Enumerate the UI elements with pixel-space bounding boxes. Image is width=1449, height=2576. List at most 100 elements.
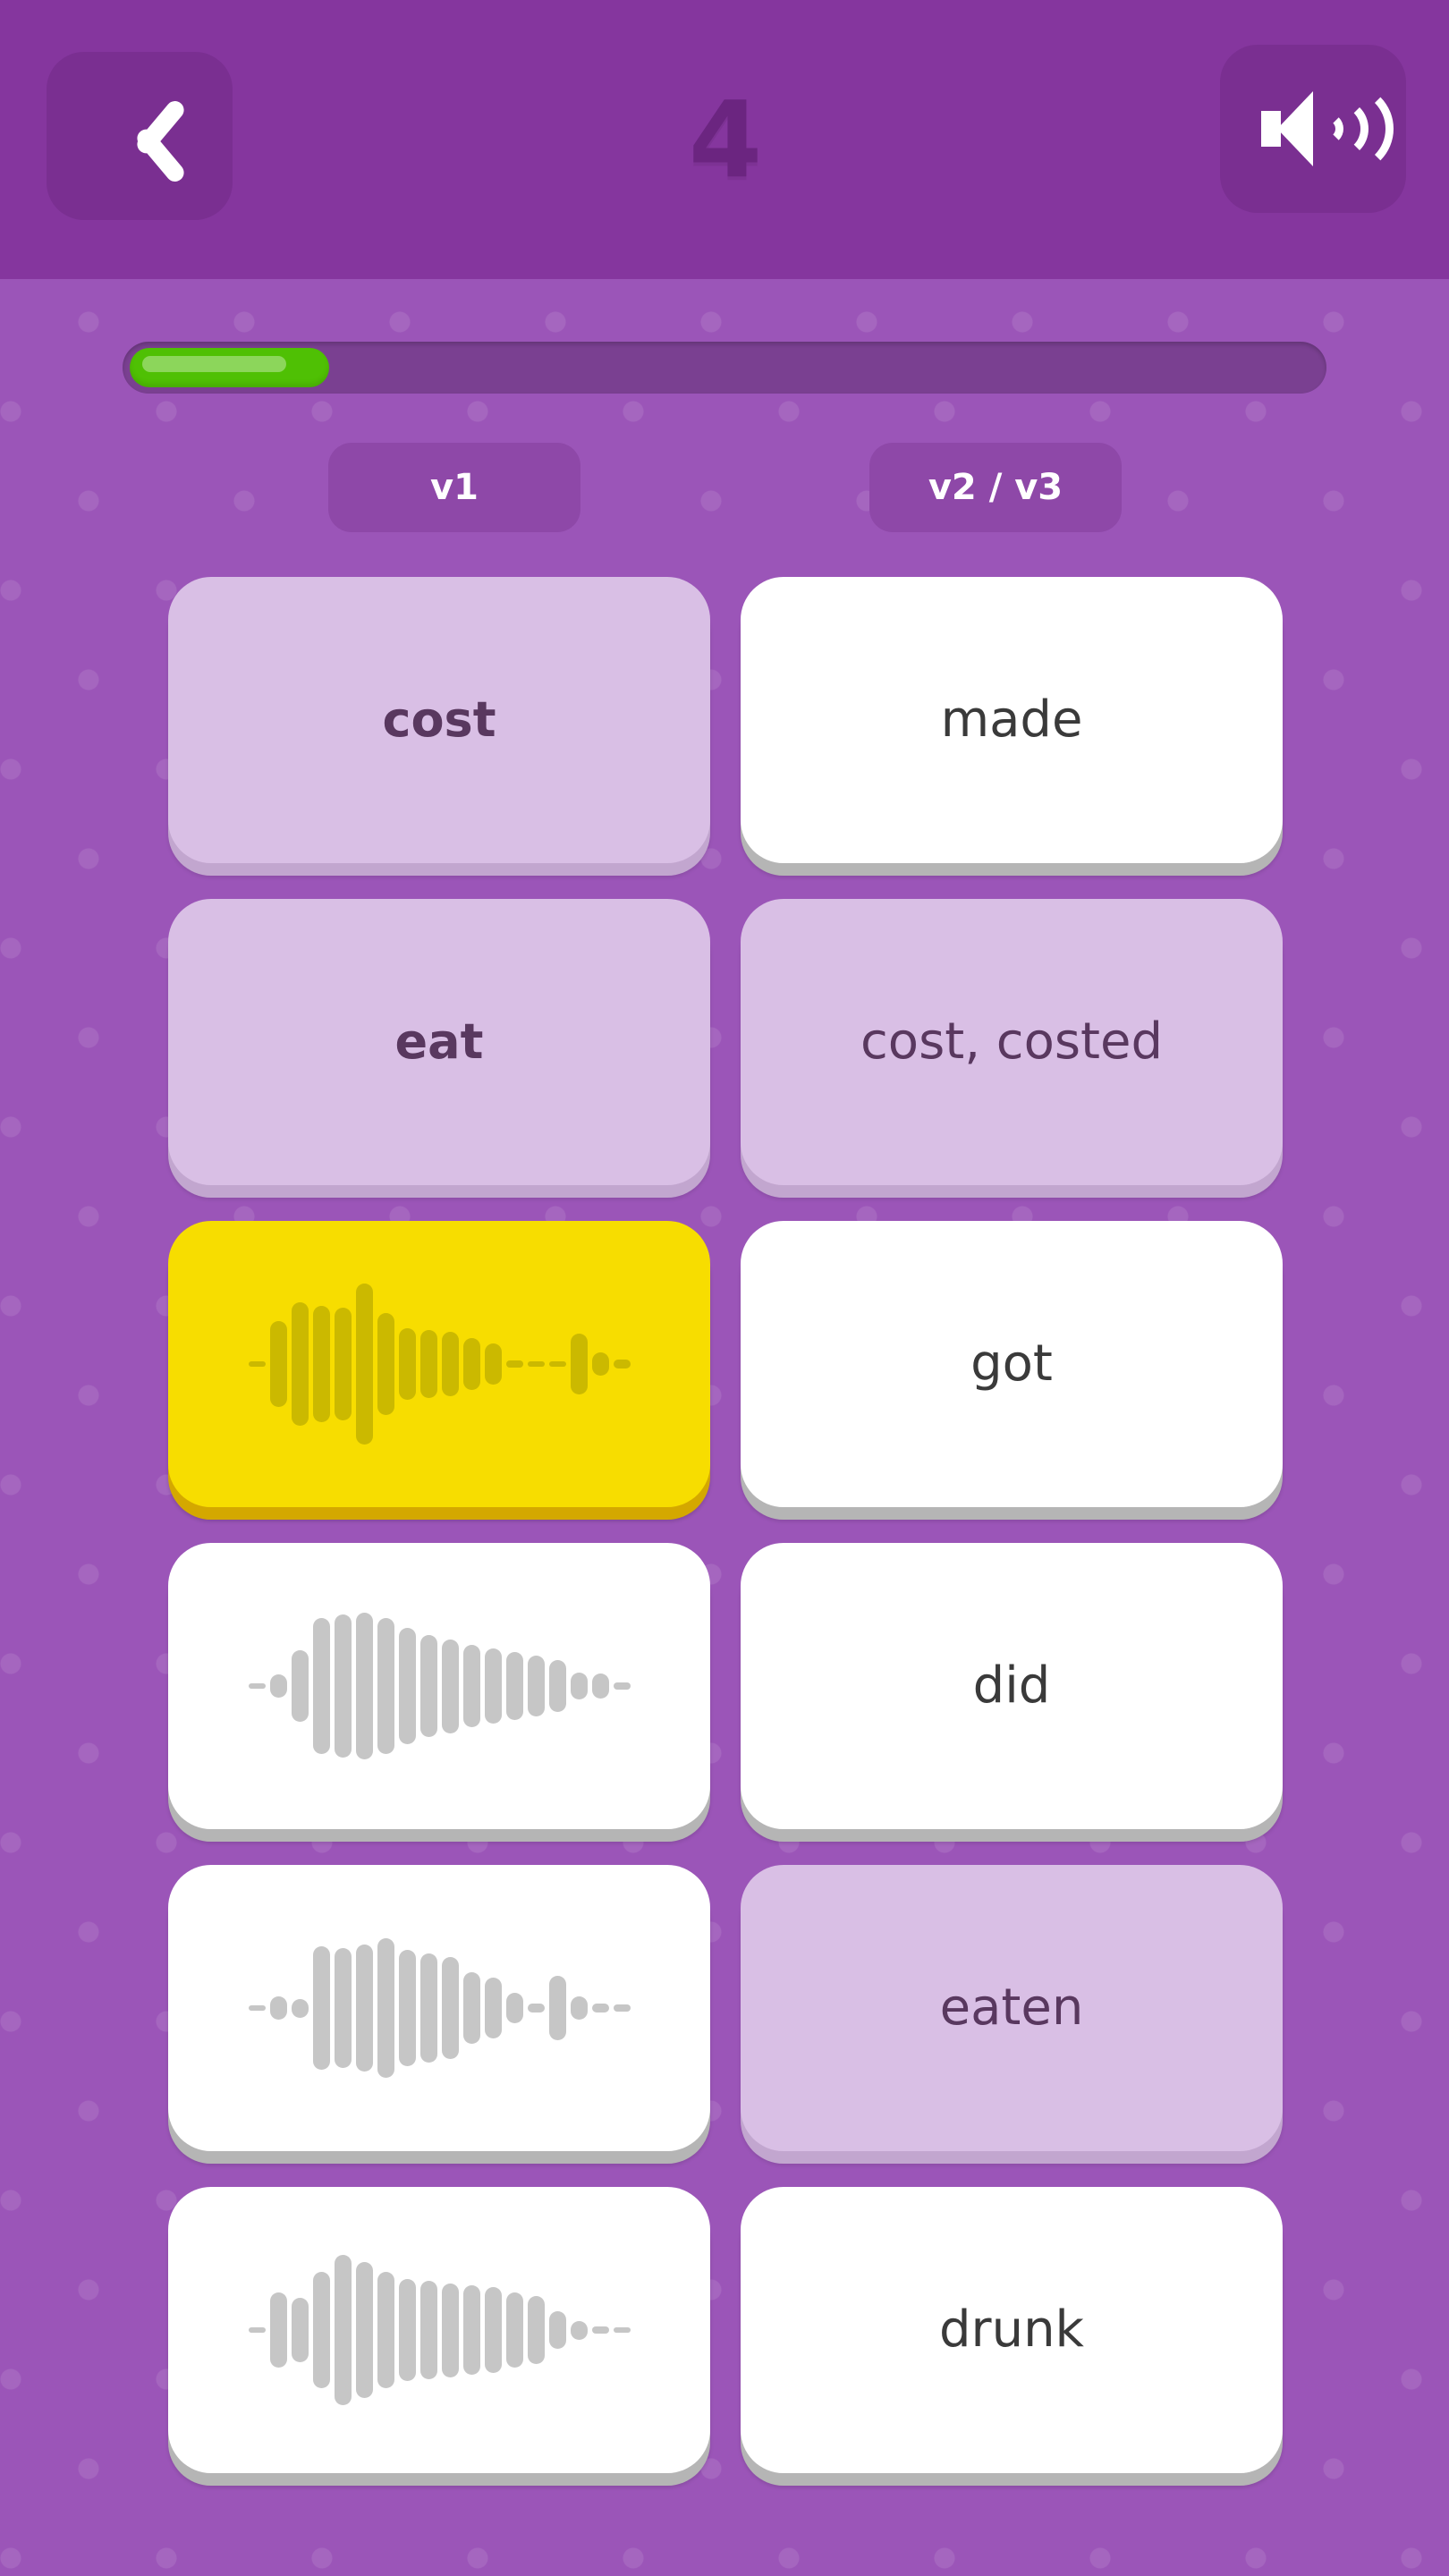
- waveform-bar: [570, 1334, 588, 1394]
- waveform-bar: [505, 2292, 523, 2368]
- waveform-bar: [591, 1352, 609, 1376]
- word-card-text[interactable]: did: [741, 1543, 1283, 1829]
- waveform-bar: [505, 1360, 523, 1368]
- word-card-text[interactable]: eaten: [741, 1865, 1283, 2151]
- app-header: 4: [0, 0, 1449, 279]
- waveform-bar: [312, 1305, 330, 1423]
- waveform-bar: [248, 1682, 266, 1690]
- waveform-bar: [613, 2326, 631, 2334]
- word-card-audio[interactable]: [168, 1543, 710, 1829]
- waveform-bar: [441, 1639, 459, 1733]
- waveform-bar: [248, 2326, 266, 2334]
- word-card-text[interactable]: got: [741, 1221, 1283, 1507]
- word-card-audio[interactable]: [168, 1221, 710, 1507]
- waveform-bar: [248, 1360, 266, 1368]
- waveform-bar: [548, 2311, 566, 2349]
- waveform-bar: [291, 1650, 309, 1722]
- waveform-bar: [484, 1343, 502, 1385]
- waveform-bar: [398, 2279, 416, 2381]
- waveform-bar: [377, 1313, 394, 1415]
- waveform-bar: [419, 1953, 437, 2063]
- progress-gloss: [142, 356, 286, 372]
- waveform-icon: [168, 1865, 710, 2151]
- waveform-bar: [269, 1674, 287, 1698]
- waveform-bar: [570, 2320, 588, 2340]
- card-label: drunk: [939, 2301, 1084, 2359]
- word-card-text[interactable]: cost: [168, 577, 710, 863]
- card-row: drunk: [0, 2187, 1449, 2509]
- card-row: cost made: [0, 577, 1449, 899]
- card-label: made: [940, 691, 1083, 749]
- waveform-bar: [291, 1998, 309, 2018]
- card-row: eaten: [0, 1865, 1449, 2187]
- sound-toggle-button[interactable]: [1220, 45, 1406, 213]
- waveform-bar: [548, 1659, 566, 1713]
- speaker-icon: [1261, 82, 1394, 175]
- card-label: cost: [382, 691, 496, 748]
- word-card-audio[interactable]: [168, 2187, 710, 2473]
- card-label: eaten: [939, 1979, 1084, 2037]
- waveform-bar: [312, 1945, 330, 2071]
- waveform-bar: [419, 2281, 437, 2379]
- waveform-bar: [334, 2255, 352, 2405]
- waveform-bar: [291, 2298, 309, 2362]
- card-label: got: [970, 1335, 1053, 1393]
- column-header-v1-label: v1: [430, 467, 479, 508]
- column-header-v1: v1: [328, 443, 580, 532]
- waveform-bar: [248, 2004, 266, 2012]
- card-row: got: [0, 1221, 1449, 1543]
- card-label: cost, costed: [860, 1013, 1163, 1071]
- waveform-bar: [334, 1947, 352, 2069]
- waveform-bar: [613, 1359, 631, 1369]
- waveform-bar: [591, 2326, 609, 2334]
- card-row: eat cost, costed: [0, 899, 1449, 1221]
- waveform-bar: [334, 1614, 352, 1758]
- waveform-bar: [334, 1308, 352, 1420]
- column-header-v2-v3: v2 / v3: [869, 443, 1122, 532]
- card-label: did: [972, 1657, 1051, 1715]
- waveform-bar: [398, 1328, 416, 1400]
- waveform-icon: [168, 1221, 710, 1507]
- waveform-icon: [168, 2187, 710, 2473]
- waveform-bar: [398, 1949, 416, 2067]
- waveform-bar: [548, 1360, 566, 1368]
- waveform-bar: [505, 1993, 523, 2023]
- waveform-bar: [570, 1673, 588, 1699]
- waveform-bar: [355, 1283, 373, 1445]
- column-header-v2-v3-label: v2 / v3: [928, 467, 1063, 508]
- waveform-bar: [484, 1978, 502, 2038]
- word-card-text[interactable]: cost, costed: [741, 899, 1283, 1185]
- waveform-bar: [484, 1648, 502, 1724]
- waveform-bar: [548, 1976, 566, 2040]
- waveform-bar: [613, 2004, 631, 2012]
- progress-bar: [123, 342, 1326, 394]
- waveform-bar: [441, 1332, 459, 1396]
- waveform-bar: [377, 1618, 394, 1754]
- waveform-bar: [527, 1656, 545, 1716]
- word-card-audio[interactable]: [168, 1865, 710, 2151]
- word-card-text[interactable]: eat: [168, 899, 710, 1185]
- waveform-bar: [591, 2003, 609, 2013]
- waveform-bar: [312, 1618, 330, 1754]
- waveform-bar: [484, 2286, 502, 2374]
- card-grid: cost made eat cost, costed got did eaten drunk: [0, 577, 1449, 2509]
- waveform-bar: [527, 2003, 545, 2013]
- waveform-bar: [462, 1644, 480, 1728]
- waveform-bar: [355, 1613, 373, 1759]
- waveform-bar: [613, 1682, 631, 1690]
- waveform-bar: [419, 1635, 437, 1737]
- word-card-text[interactable]: drunk: [741, 2187, 1283, 2473]
- waveform-bar: [441, 1957, 459, 2059]
- waveform-bar: [462, 2284, 480, 2376]
- word-card-text[interactable]: made: [741, 577, 1283, 863]
- waveform-bar: [291, 1301, 309, 1427]
- waveform-bar: [312, 2271, 330, 2389]
- waveform-bar: [398, 1627, 416, 1745]
- waveform-bar: [269, 1996, 287, 2020]
- waveform-bar: [527, 1360, 545, 1368]
- waveform-bar: [570, 1996, 588, 2020]
- waveform-icon: [168, 1543, 710, 1829]
- waveform-bar: [355, 2262, 373, 2398]
- waveform-bar: [462, 1337, 480, 1391]
- card-row: did: [0, 1543, 1449, 1865]
